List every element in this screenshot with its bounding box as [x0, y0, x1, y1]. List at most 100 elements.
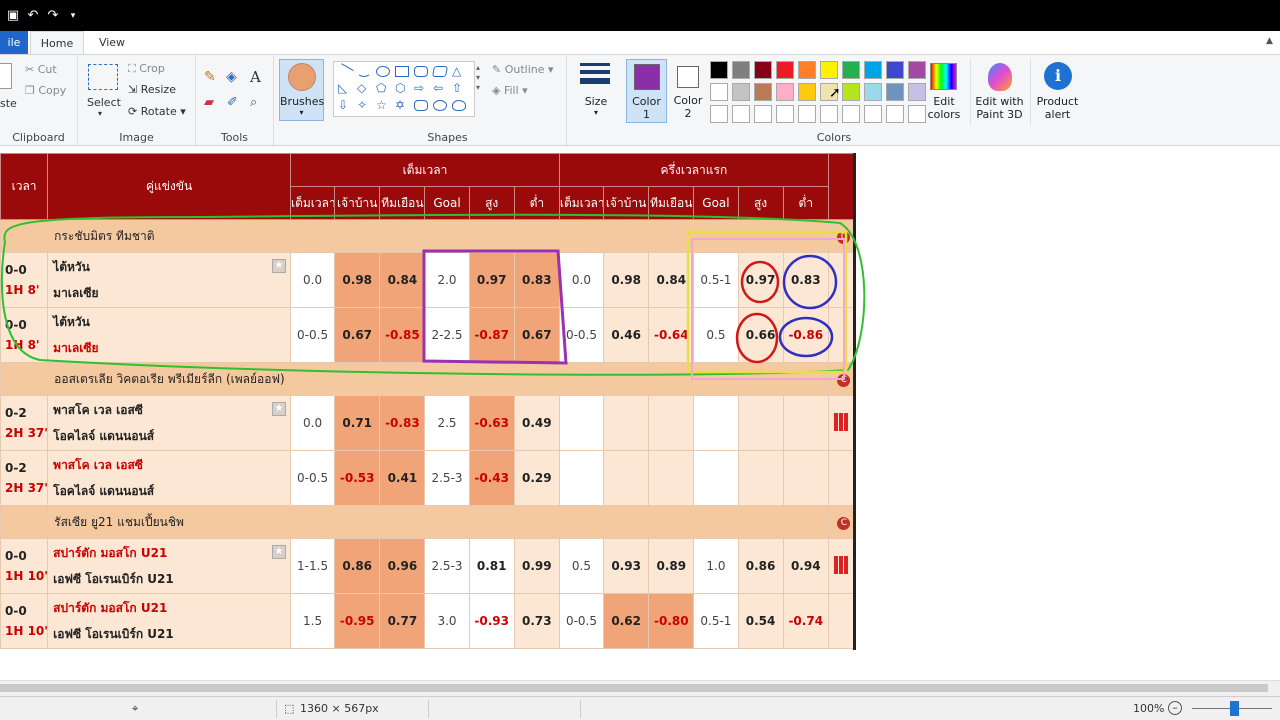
- four-point-star-shape-icon[interactable]: ✧: [357, 99, 371, 111]
- color-swatch[interactable]: [754, 83, 772, 101]
- hexagon-shape-icon[interactable]: ⬡: [395, 82, 409, 94]
- outline-button[interactable]: ✎ Outline ▾: [492, 63, 554, 76]
- odds-cell[interactable]: 0.83: [513, 252, 560, 308]
- odds-cell[interactable]: 0.81: [468, 538, 515, 594]
- tab-file[interactable]: ile: [0, 31, 28, 54]
- odds-cell[interactable]: 2.0: [424, 252, 470, 308]
- odds-cell[interactable]: 2-2.5: [424, 307, 470, 363]
- odds-cell[interactable]: -0.53: [334, 450, 381, 506]
- brushes-button[interactable]: Brushes ▾: [279, 59, 324, 121]
- odds-cell[interactable]: 2.5: [424, 395, 470, 451]
- match-row[interactable]: 0-0 1H 10' สปาร์ตัก มอสโก U21 เอฟซี โอเรนเบ…: [0, 593, 853, 649]
- cut-button[interactable]: ✂ Cut: [25, 63, 57, 76]
- edit-colors-button[interactable]: Edit colors: [924, 59, 964, 125]
- odds-cell[interactable]: 0.89: [648, 538, 695, 594]
- odds-cell[interactable]: 0.66: [737, 307, 784, 363]
- odds-cell[interactable]: [558, 450, 605, 506]
- odds-cell[interactable]: -0.43: [468, 450, 515, 506]
- away-team[interactable]: มาเลเซีย: [53, 335, 289, 361]
- custom-color-swatch[interactable]: [864, 105, 882, 123]
- odds-cell[interactable]: 0.54: [737, 593, 784, 649]
- odds-cell[interactable]: -0.74: [782, 593, 829, 649]
- redo-icon[interactable]: ↷: [46, 8, 60, 23]
- odds-cell[interactable]: 0.0: [558, 252, 605, 308]
- custom-color-swatch[interactable]: [886, 105, 904, 123]
- odds-cell[interactable]: 1-1.5: [289, 538, 336, 594]
- match-row[interactable]: 0-2 2H 37' พาสโค เวล เอสซี โอคไลจ์ แดนนอนส์…: [0, 450, 853, 506]
- away-team[interactable]: โอคไลจ์ แดนนอนส์: [53, 478, 289, 504]
- odds-cell[interactable]: 0.5-1: [693, 593, 739, 649]
- refresh-icon[interactable]: C: [837, 374, 851, 387]
- rounded-rectangle-shape-icon[interactable]: [414, 66, 428, 77]
- callout-rect-shape-icon[interactable]: [414, 100, 428, 111]
- home-team[interactable]: พาสโค เวล เอสซี: [53, 397, 289, 423]
- up-arrow-shape-icon[interactable]: ⇧: [452, 82, 466, 94]
- shapes-gallery[interactable]: △ ◺ ◇ ⬠ ⬡ ⇨ ⇦ ⇧ ⇩ ✧ ☆ ✡: [333, 61, 475, 117]
- color-swatch[interactable]: [710, 83, 728, 101]
- color-swatch[interactable]: [886, 83, 904, 101]
- away-team[interactable]: เอฟซี โอเรนเบิร์ก U21: [53, 566, 289, 592]
- away-team[interactable]: โอคไลจ์ แดนนอนส์: [53, 423, 289, 449]
- stats-chart-icon[interactable]: [833, 412, 848, 431]
- curve-shape-icon[interactable]: [357, 66, 371, 77]
- rectangle-shape-icon[interactable]: [395, 66, 409, 77]
- odds-cell[interactable]: -0.80: [648, 593, 695, 649]
- odds-cell[interactable]: 0.0: [289, 395, 336, 451]
- custom-color-swatch[interactable]: [710, 105, 728, 123]
- odds-cell[interactable]: 0.0: [289, 252, 336, 308]
- tab-home[interactable]: Home: [30, 31, 84, 54]
- odds-cell[interactable]: 0-0.5: [289, 307, 336, 363]
- shapes-scroll-icon[interactable]: ▴ ▾ ▾: [476, 63, 480, 93]
- color1-button[interactable]: Color 1: [626, 59, 667, 123]
- odds-cell[interactable]: 0.67: [513, 307, 560, 363]
- save-icon[interactable]: ▣: [6, 8, 20, 23]
- home-team[interactable]: ไต้หวัน: [53, 254, 289, 280]
- down-arrow-shape-icon[interactable]: ⇩: [338, 99, 352, 111]
- odds-cell[interactable]: -0.64: [648, 307, 695, 363]
- line-shape-icon[interactable]: [336, 63, 354, 80]
- odds-cell[interactable]: [558, 395, 605, 451]
- match-row[interactable]: 0-0 1H 8' ไต้หวัน มาเลเซีย 0-0.5 0.67 -0.85 2-2…: [0, 307, 853, 363]
- undo-icon[interactable]: ↶: [26, 8, 40, 23]
- text-icon[interactable]: A: [250, 68, 261, 86]
- odds-cell[interactable]: 0.98: [603, 252, 650, 308]
- odds-cell[interactable]: -0.86: [782, 307, 829, 363]
- odds-cell[interactable]: 0.83: [782, 252, 829, 308]
- odds-cell[interactable]: 0.97: [468, 252, 515, 308]
- odds-cell[interactable]: [737, 450, 784, 506]
- odds-cell[interactable]: 0.46: [603, 307, 650, 363]
- right-triangle-shape-icon[interactable]: ◺: [338, 82, 352, 94]
- odds-cell[interactable]: 0.73: [513, 593, 560, 649]
- odds-cell[interactable]: 0.62: [603, 593, 650, 649]
- odds-cell[interactable]: -0.83: [379, 395, 426, 451]
- odds-cell[interactable]: 0.99: [513, 538, 560, 594]
- odds-cell[interactable]: 0.96: [379, 538, 426, 594]
- paste-button[interactable]: ste: [0, 97, 17, 110]
- odds-cell[interactable]: [737, 395, 784, 451]
- odds-cell[interactable]: 0.49: [513, 395, 560, 451]
- color-swatch[interactable]: [820, 61, 838, 79]
- color-swatch[interactable]: [842, 61, 860, 79]
- away-team[interactable]: เอฟซี โอเรนเบิร์ก U21: [53, 621, 289, 647]
- oval-shape-icon[interactable]: [376, 66, 390, 77]
- favorite-star-icon[interactable]: ★: [272, 402, 286, 416]
- custom-color-swatch[interactable]: [732, 105, 750, 123]
- refresh-icon[interactable]: C: [837, 231, 851, 244]
- color-swatch[interactable]: [864, 61, 882, 79]
- odds-cell[interactable]: 0.93: [603, 538, 650, 594]
- zoom-out-icon[interactable]: –: [1168, 701, 1182, 715]
- custom-color-swatch[interactable]: [820, 105, 838, 123]
- rotate-button[interactable]: ⟳ Rotate ▾: [128, 105, 186, 118]
- home-team[interactable]: สปาร์ตัก มอสโก U21: [53, 540, 289, 566]
- crop-button[interactable]: ⛶ Crop: [128, 62, 165, 76]
- color-swatch[interactable]: [776, 61, 794, 79]
- color-swatch[interactable]: [864, 83, 882, 101]
- odds-cell[interactable]: -0.63: [468, 395, 515, 451]
- custom-color-swatch[interactable]: [776, 105, 794, 123]
- odds-cell[interactable]: 0.29: [513, 450, 560, 506]
- odds-cell[interactable]: 0.97: [737, 252, 784, 308]
- odds-cell[interactable]: 0-0.5: [289, 450, 336, 506]
- diamond-shape-icon[interactable]: ◇: [357, 82, 371, 94]
- odds-cell[interactable]: 0-0.5: [558, 307, 605, 363]
- home-team[interactable]: สปาร์ตัก มอสโก U21: [53, 595, 289, 621]
